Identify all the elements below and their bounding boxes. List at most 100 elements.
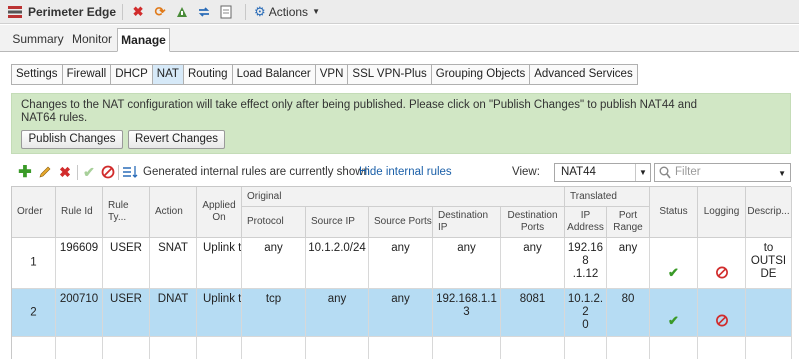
deploy-icon[interactable] bbox=[173, 3, 191, 21]
empty-cell bbox=[103, 337, 150, 359]
cell-port-range: 80 bbox=[607, 289, 650, 336]
view-select[interactable]: NAT44 ▼ bbox=[554, 163, 651, 182]
main-tabs: Summary Monitor Manage bbox=[0, 25, 799, 52]
column-header-description[interactable]: Descrip... bbox=[746, 187, 792, 238]
chevron-down-icon: ▼ bbox=[635, 164, 650, 181]
cell-applied-on: Uplink to bbox=[197, 289, 242, 336]
cell-rule-id: 200710 bbox=[56, 289, 103, 336]
subtab-grouping-objects[interactable]: Grouping Objects bbox=[432, 65, 531, 84]
refresh-icon[interactable]: ⟳ bbox=[151, 3, 169, 21]
table-row[interactable]: 1 196609 USER SNAT Uplink to any 10.1.2.… bbox=[12, 238, 792, 289]
toolbar-divider bbox=[118, 165, 119, 180]
tab-monitor[interactable]: Monitor bbox=[69, 28, 115, 52]
empty-cell bbox=[501, 337, 565, 359]
cell-destination-ip: 192.168.1.1 3 bbox=[433, 289, 501, 336]
column-header-source-ports[interactable]: Source Ports bbox=[369, 207, 433, 238]
subtab-settings[interactable]: Settings bbox=[12, 65, 63, 84]
window-title: Perimeter Edge bbox=[28, 4, 117, 19]
logging-disabled-icon[interactable] bbox=[715, 266, 728, 279]
cell-source-ports: any bbox=[369, 238, 433, 288]
column-header-order[interactable]: Order bbox=[12, 187, 56, 238]
column-header-rule-id[interactable]: Rule Id bbox=[56, 187, 103, 238]
cell-ip-address: 192.168 .1.12 bbox=[565, 238, 607, 288]
cell-action: SNAT bbox=[150, 238, 197, 288]
filter-input[interactable]: Filter ▼ bbox=[654, 163, 791, 182]
subtab-advanced-services[interactable]: Advanced Services bbox=[530, 65, 636, 84]
column-header-source-ip[interactable]: Source IP bbox=[306, 207, 369, 238]
subtab-firewall[interactable]: Firewall bbox=[63, 65, 112, 84]
table-row[interactable]: 2 200710 USER DNAT Uplink to tcp any any… bbox=[12, 289, 792, 337]
column-header-destination-ip[interactable]: Destination IP bbox=[433, 207, 501, 238]
column-header-action[interactable]: Action bbox=[150, 187, 197, 238]
column-header-rule-type[interactable]: Rule Ty... bbox=[103, 187, 150, 238]
column-header-status[interactable]: Status bbox=[650, 187, 698, 238]
cell-rule-id: 196609 bbox=[56, 238, 103, 288]
subtab-dhcp[interactable]: DHCP bbox=[111, 65, 153, 84]
cell-applied-on: Uplink to bbox=[197, 238, 242, 288]
cell-protocol: tcp bbox=[242, 289, 306, 336]
rules-toolbar: ✚ ✖ ✔ Generated internal rules are curre… bbox=[0, 162, 799, 184]
disable-icon[interactable] bbox=[100, 164, 116, 180]
cell-source-ip: any bbox=[306, 289, 369, 336]
cell-status: ✔ bbox=[650, 238, 698, 288]
empty-cell bbox=[607, 337, 650, 359]
subtab-load-balancer[interactable]: Load Balancer bbox=[233, 65, 316, 84]
delete-icon[interactable]: ✖ bbox=[57, 164, 73, 180]
cell-ip-address: 10.1.2.2 0 bbox=[565, 289, 607, 336]
column-group-original: Original bbox=[242, 187, 565, 207]
column-header-applied-on[interactable]: Applied On bbox=[197, 187, 242, 238]
add-icon[interactable]: ✚ bbox=[17, 164, 33, 181]
cell-logging bbox=[698, 238, 746, 288]
document-icon[interactable] bbox=[217, 3, 235, 21]
toolbar-divider bbox=[77, 165, 78, 180]
delete-edge-icon[interactable]: ✖ bbox=[129, 3, 147, 21]
logging-disabled-icon[interactable] bbox=[715, 314, 728, 327]
cell-source-ports: any bbox=[369, 289, 433, 336]
toolbar-divider bbox=[245, 3, 247, 20]
empty-cell bbox=[650, 337, 698, 359]
filter-placeholder: Filter bbox=[675, 166, 701, 178]
internal-rules-status: Generated internal rules are currently s… bbox=[143, 166, 370, 178]
view-label: View: bbox=[512, 166, 540, 178]
title-bar: Perimeter Edge ✖ ⟳ ⚙ Actions ▼ bbox=[0, 0, 799, 24]
subtab-nat[interactable]: NAT bbox=[152, 65, 184, 84]
enable-icon[interactable]: ✔ bbox=[81, 164, 97, 180]
actions-label: Actions bbox=[268, 4, 309, 19]
tab-summary[interactable]: Summary bbox=[9, 28, 67, 52]
edit-icon[interactable] bbox=[37, 164, 53, 180]
sync-icon[interactable] bbox=[195, 3, 213, 21]
subtab-vpn[interactable]: VPN bbox=[316, 65, 349, 84]
sub-tabs: Settings Firewall DHCP NAT Routing Load … bbox=[11, 64, 638, 85]
empty-cell bbox=[242, 337, 306, 359]
cell-rule-type: USER bbox=[103, 238, 150, 288]
cell-status: ✔ bbox=[650, 289, 698, 336]
column-header-logging[interactable]: Logging bbox=[698, 187, 746, 238]
reorder-icon[interactable] bbox=[122, 164, 138, 180]
column-header-protocol[interactable]: Protocol bbox=[242, 207, 306, 238]
column-header-port-range[interactable]: Port Range bbox=[607, 207, 650, 238]
search-icon bbox=[659, 166, 671, 182]
empty-cell bbox=[433, 337, 501, 359]
toolbar-divider bbox=[122, 3, 124, 20]
hide-internal-rules-link[interactable]: Hide internal rules bbox=[359, 166, 452, 178]
table-row-empty bbox=[12, 337, 792, 359]
subtab-ssl-vpn-plus[interactable]: SSL VPN-Plus bbox=[348, 65, 432, 84]
cell-logging bbox=[698, 289, 746, 336]
empty-cell bbox=[56, 337, 103, 359]
revert-changes-button[interactable]: Revert Changes bbox=[128, 130, 225, 149]
enabled-check-icon[interactable]: ✔ bbox=[668, 314, 679, 327]
tab-manage[interactable]: Manage bbox=[117, 28, 170, 52]
view-select-value: NAT44 bbox=[561, 166, 596, 178]
publish-changes-button[interactable]: Publish Changes bbox=[21, 130, 123, 149]
cell-description: to OUTSI DE bbox=[746, 238, 792, 288]
nat-rules-grid: Order Rule Id Rule Ty... Action Applied … bbox=[11, 186, 792, 359]
column-header-ip-address[interactable]: IP Address bbox=[565, 207, 607, 238]
cell-destination-ip: any bbox=[433, 238, 501, 288]
column-header-destination-ports[interactable]: Destination Ports bbox=[501, 207, 565, 238]
subtab-routing[interactable]: Routing bbox=[184, 65, 233, 84]
empty-cell bbox=[698, 337, 746, 359]
actions-menu[interactable]: ⚙ Actions ▼ bbox=[254, 4, 320, 20]
enabled-check-icon[interactable]: ✔ bbox=[668, 266, 679, 279]
cell-order: 2 bbox=[12, 289, 56, 336]
empty-cell bbox=[150, 337, 197, 359]
